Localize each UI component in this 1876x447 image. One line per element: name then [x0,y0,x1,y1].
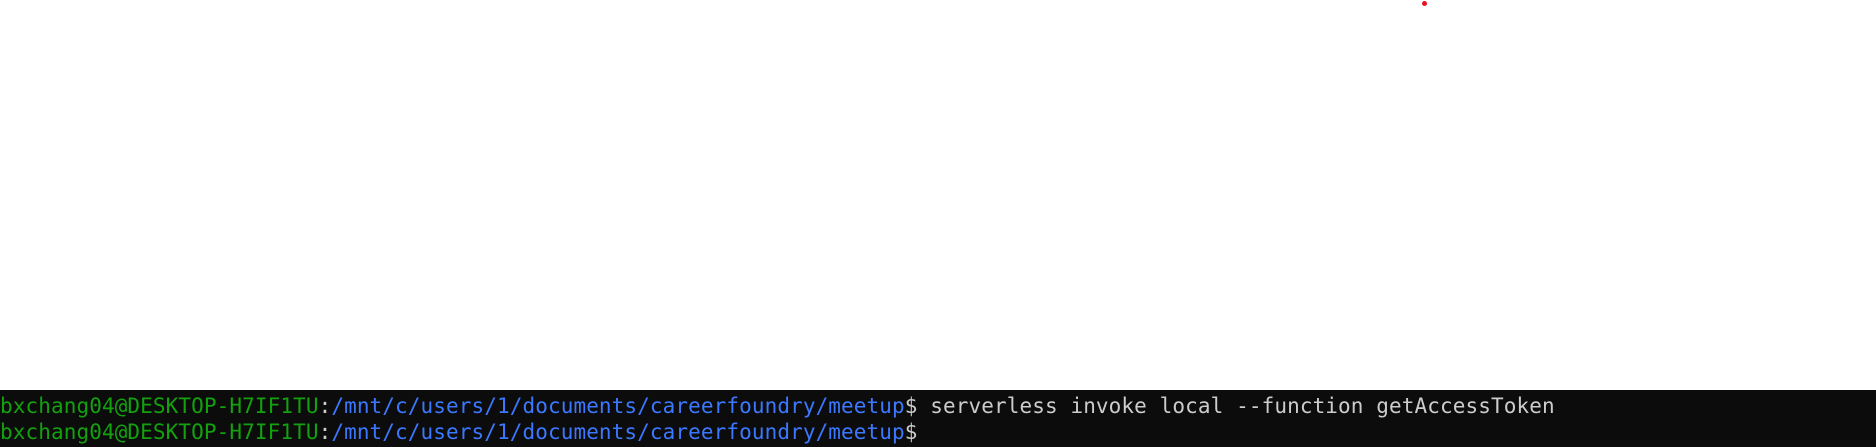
prompt-path: /mnt/c/users/1/documents/careerfoundry/m… [331,420,905,444]
prompt-symbol: $ [904,420,918,444]
prompt-symbol: $ [904,394,918,418]
terminal-line[interactable]: bxchang04@DESKTOP-H7IF1TU:/mnt/c/users/1… [0,419,1876,445]
desktop-screen: bxchang04@DESKTOP-H7IF1TU:/mnt/c/users/1… [0,0,1876,447]
terminal-command: serverless invoke local --function getAc… [917,394,1555,418]
prompt-separator: : [318,420,332,444]
terminal-line: bxchang04@DESKTOP-H7IF1TU:/mnt/c/users/1… [0,393,1876,419]
prompt-separator: : [318,394,332,418]
terminal-window[interactable]: bxchang04@DESKTOP-H7IF1TU:/mnt/c/users/1… [0,390,1876,447]
red-dot-marker [1422,1,1427,6]
prompt-path: /mnt/c/users/1/documents/careerfoundry/m… [331,394,905,418]
prompt-user-host: bxchang04@DESKTOP-H7IF1TU [0,394,319,418]
prompt-user-host: bxchang04@DESKTOP-H7IF1TU [0,420,319,444]
